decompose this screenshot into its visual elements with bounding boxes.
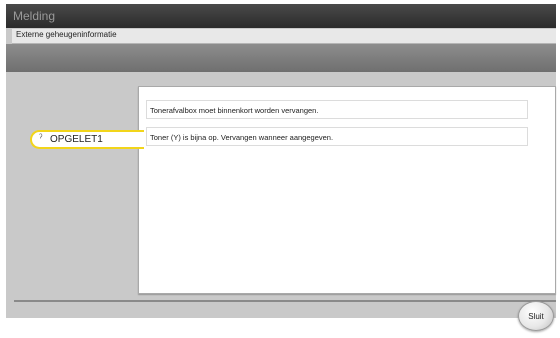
title-bar: Melding (6, 4, 556, 28)
tab-opgelet1[interactable]: ˀ OPGELET1 (30, 130, 144, 149)
message-panel: Tonerafvalbox moet binnenkort worden ver… (138, 86, 556, 294)
warning-icon: ˀ (39, 133, 43, 144)
close-button[interactable]: Sluit (518, 301, 554, 331)
footer-divider (14, 300, 556, 302)
subtitle-bar: Externe geheugeninformatie (12, 29, 556, 44)
window-title: Melding (13, 9, 56, 23)
message-window: Melding Externe geheugeninformatie Toner… (6, 4, 556, 318)
message-item: Tonerafvalbox moet binnenkort worden ver… (146, 100, 528, 119)
tab-label: OPGELET1 (50, 134, 103, 145)
window-subtitle: Externe geheugeninformatie (16, 30, 117, 39)
message-item: Toner (Y) is bijna op. Vervangen wanneer… (146, 127, 528, 146)
header-banner (6, 44, 556, 72)
